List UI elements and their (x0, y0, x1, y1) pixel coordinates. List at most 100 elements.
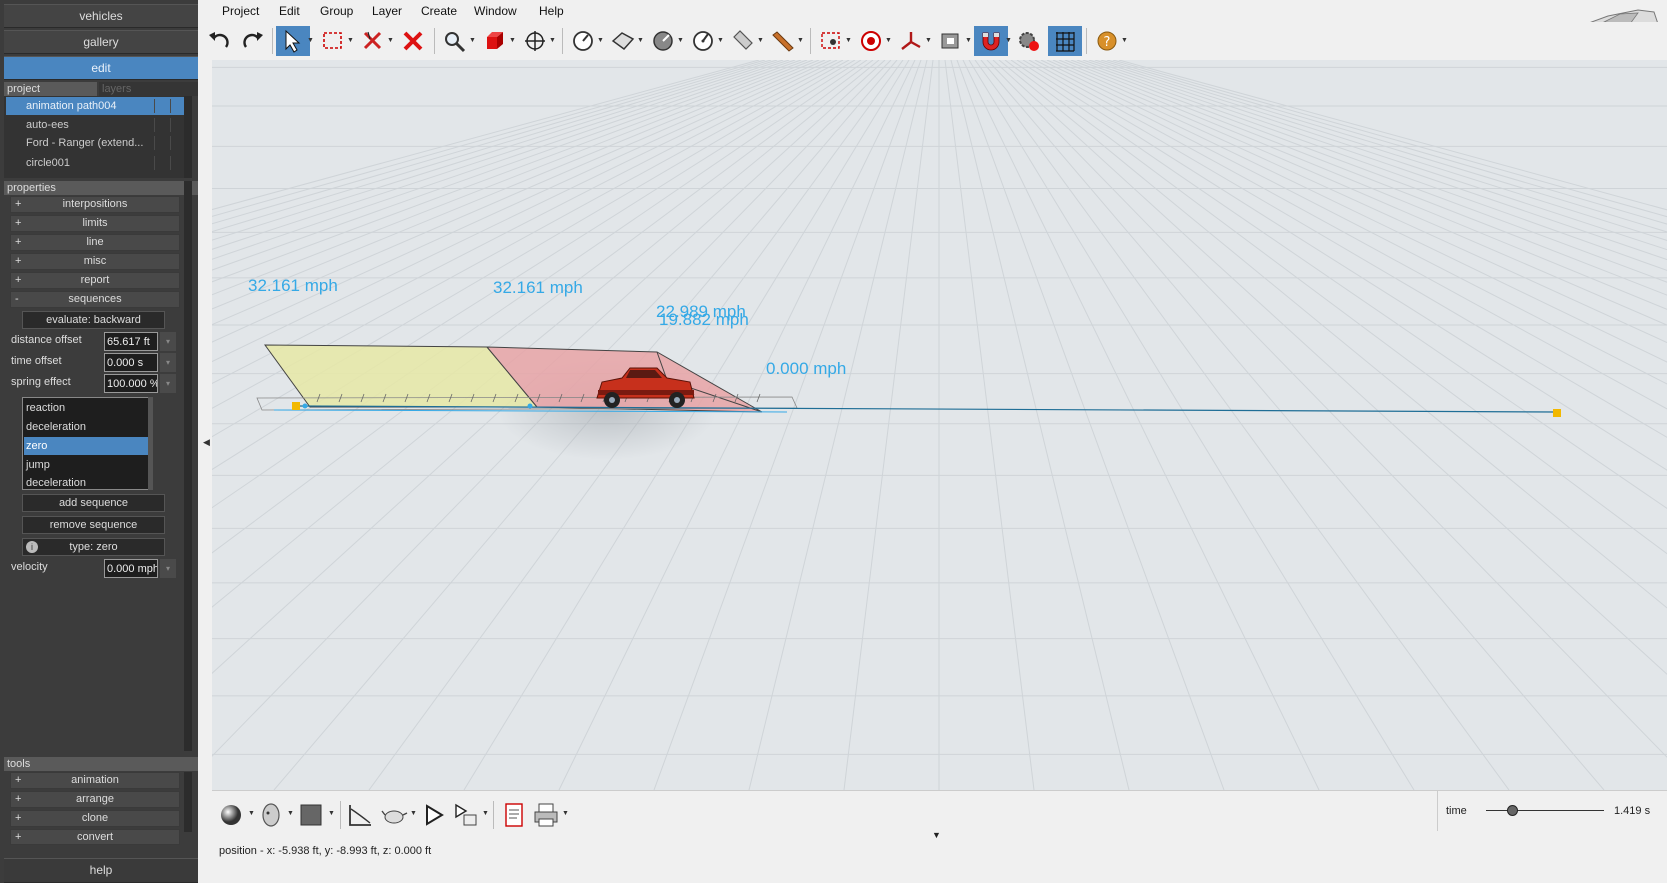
chevron-down-icon[interactable]: ▼ (328, 810, 335, 817)
expand-timeline-icon[interactable]: ▼ (932, 830, 941, 840)
play-button[interactable] (420, 801, 450, 831)
grid-button[interactable] (1048, 26, 1082, 56)
chevron-down-icon[interactable]: ▼ (248, 810, 255, 817)
chevron-down-icon[interactable]: ▼ (509, 37, 516, 44)
record-button[interactable] (854, 26, 888, 56)
dial-button[interactable] (686, 26, 720, 56)
object-button[interactable] (478, 26, 512, 56)
chevron-down-icon[interactable]: ▼ (1121, 37, 1128, 44)
tools-scrollbar[interactable] (184, 772, 192, 832)
project-list-scrollbar[interactable] (184, 96, 192, 178)
project-item-auto-ees[interactable]: auto-ees (6, 116, 186, 134)
spring-effect-field[interactable] (104, 374, 158, 393)
chevron-down-icon[interactable]: ▼ (885, 37, 892, 44)
help-menu-button[interactable]: ? (1090, 26, 1124, 56)
visibility-cell[interactable] (154, 118, 168, 132)
menu-layer[interactable]: Layer (372, 4, 402, 18)
visibility-cell[interactable] (154, 99, 168, 113)
edit-button[interactable]: edit (4, 56, 198, 80)
tab-project[interactable]: project (4, 82, 97, 96)
export-button[interactable] (452, 801, 482, 831)
chevron-down-icon[interactable]: ▼ (387, 37, 394, 44)
tab-layers[interactable]: layers (99, 82, 198, 96)
arrange-tool-group[interactable]: + arrange (10, 791, 180, 808)
chevron-down-icon[interactable]: ▼ (562, 810, 569, 817)
chevron-down-icon[interactable]: ▼ (925, 37, 932, 44)
path-node[interactable] (527, 403, 533, 409)
add-sequence-button[interactable]: add sequence (22, 494, 165, 512)
line-group[interactable]: + line (10, 234, 180, 251)
distance-offset-field[interactable] (104, 332, 158, 351)
report-group[interactable]: + report (10, 272, 180, 289)
chevron-down-icon[interactable]: ▼ (677, 37, 684, 44)
chevron-down-icon[interactable]: ▼ (307, 37, 314, 44)
convert-tool-group[interactable]: + convert (10, 829, 180, 845)
report-button[interactable] (500, 801, 530, 831)
measure-button[interactable] (566, 26, 600, 56)
chevron-down-icon[interactable]: ▼ (965, 37, 972, 44)
spinner-icon[interactable]: ▾ (160, 332, 176, 351)
evaluate-backward-button[interactable]: evaluate: backward (22, 311, 165, 329)
redo-button[interactable] (236, 26, 270, 56)
lock-cell[interactable] (170, 118, 184, 132)
lock-cell[interactable] (170, 136, 184, 150)
menu-help[interactable]: Help (539, 4, 564, 18)
sequence-list-scrollbar[interactable] (148, 397, 153, 490)
surface-button[interactable] (606, 26, 640, 56)
ruler-button[interactable] (766, 26, 800, 56)
sequence-item-zero[interactable]: zero (24, 437, 150, 455)
shading-button[interactable] (218, 801, 248, 831)
interpositions-group[interactable]: + interpositions (10, 196, 180, 213)
chevron-down-icon[interactable]: ▼ (597, 37, 604, 44)
chevron-down-icon[interactable]: ▼ (347, 37, 354, 44)
delete-button[interactable] (396, 26, 430, 56)
lock-cell[interactable] (170, 156, 184, 170)
select-tool-button[interactable] (276, 26, 310, 56)
axis-button[interactable] (894, 26, 928, 56)
sequence-item-deceleration[interactable]: deceleration (24, 418, 150, 436)
light-button[interactable] (934, 26, 968, 56)
spinner-icon[interactable]: ▾ (160, 559, 176, 578)
time-offset-field[interactable] (104, 353, 158, 372)
remove-sequence-button[interactable]: remove sequence (22, 516, 165, 534)
chevron-down-icon[interactable]: ▼ (549, 37, 556, 44)
project-item-circle[interactable]: circle001 (6, 154, 186, 172)
menu-project[interactable]: Project (222, 4, 259, 18)
clone-tool-group[interactable]: + clone (10, 810, 180, 827)
chevron-down-icon[interactable]: ▼ (637, 37, 644, 44)
vehicles-button[interactable]: vehicles (4, 4, 198, 28)
cylinder-button[interactable] (726, 26, 760, 56)
color-button[interactable] (298, 801, 328, 831)
spinner-icon[interactable]: ▾ (160, 353, 176, 372)
help-button[interactable]: help (4, 858, 198, 883)
menu-group[interactable]: Group (320, 4, 353, 18)
view-head-button[interactable] (257, 801, 287, 831)
chevron-down-icon[interactable]: ▼ (410, 810, 417, 817)
chevron-down-icon[interactable]: ▼ (797, 37, 804, 44)
misc-group[interactable]: + misc (10, 253, 180, 270)
zoom-button[interactable] (438, 26, 472, 56)
camera-target-button[interactable] (814, 26, 848, 56)
limits-group[interactable]: + limits (10, 215, 180, 232)
delete-selection-button[interactable] (356, 26, 390, 56)
undo-button[interactable] (202, 26, 236, 56)
box-select-button[interactable] (316, 26, 350, 56)
path-start-handle[interactable] (292, 402, 300, 410)
sequence-item-deceleration[interactable]: deceleration (24, 474, 150, 492)
spinner-icon[interactable]: ▾ (160, 374, 176, 393)
velocity-field[interactable] (104, 559, 158, 578)
chevron-down-icon[interactable]: ▼ (717, 37, 724, 44)
project-item-animation-path[interactable]: animation path004 (6, 97, 186, 115)
path-node[interactable] (302, 403, 308, 409)
animation-tool-group[interactable]: + animation (10, 772, 180, 789)
properties-scrollbar[interactable] (184, 181, 192, 751)
path-end-handle[interactable] (1553, 409, 1561, 417)
chevron-down-icon[interactable]: ▼ (757, 37, 764, 44)
visibility-cell[interactable] (154, 156, 168, 170)
sequences-group[interactable]: - sequences (10, 291, 180, 308)
snap-button[interactable] (974, 26, 1008, 56)
chevron-down-icon[interactable]: ▼ (287, 810, 294, 817)
animation-button[interactable] (380, 801, 410, 831)
chevron-down-icon[interactable]: ▼ (482, 810, 489, 817)
chevron-down-icon[interactable]: ▼ (1005, 37, 1012, 44)
